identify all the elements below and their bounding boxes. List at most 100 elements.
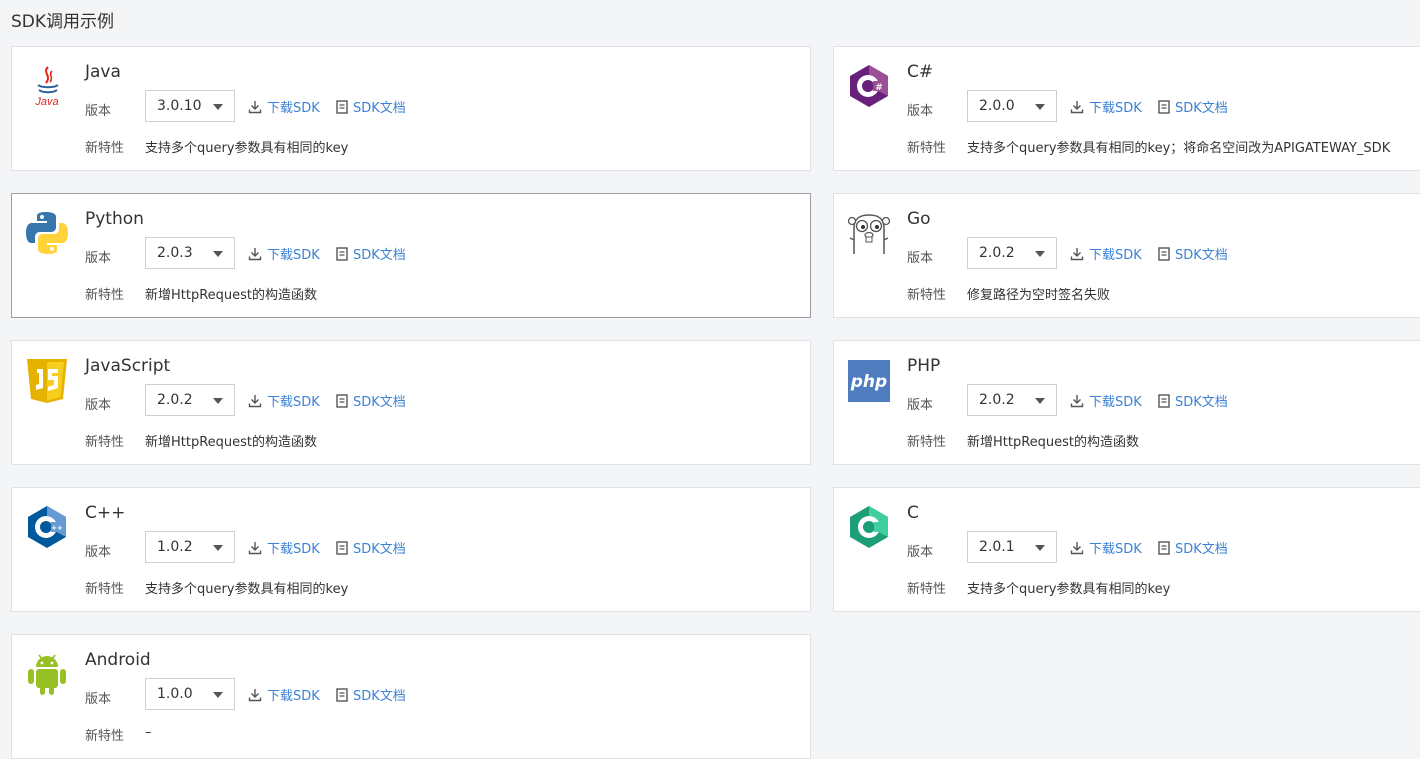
features-label: 新特性: [85, 435, 125, 450]
docs-label: SDK文档: [353, 689, 406, 704]
download-label: 下载SDK: [267, 689, 320, 704]
version-select[interactable]: 3.0.10: [145, 90, 235, 122]
sdk-docs-link[interactable]: SDK文档: [1158, 391, 1228, 410]
document-icon: [336, 247, 348, 261]
sdk-docs-link[interactable]: SDK文档: [1158, 97, 1228, 116]
download-sdk-link[interactable]: 下载SDK: [248, 97, 320, 116]
features-label: 新特性: [85, 288, 125, 303]
sdk-docs-link[interactable]: SDK文档: [336, 244, 406, 263]
download-sdk-link[interactable]: 下载SDK: [1070, 97, 1142, 116]
features-label: 新特性: [907, 582, 947, 597]
chevron-down-icon: [1035, 545, 1045, 551]
page-title: SDK调用示例: [11, 12, 115, 32]
features-text: 支持多个query参数具有相同的key: [145, 141, 349, 156]
version-select[interactable]: 1.0.0: [145, 678, 235, 710]
version-value: 2.0.0: [979, 98, 1015, 114]
chevron-down-icon: [1035, 104, 1045, 110]
sdk-card-cpp: ++ C++ 版本 1.0.2 下载SDK SDK文档 新特性 支持多个quer…: [11, 487, 811, 612]
download-sdk-link[interactable]: 下载SDK: [248, 685, 320, 704]
download-sdk-link[interactable]: 下载SDK: [248, 538, 320, 557]
download-sdk-link[interactable]: 下载SDK: [248, 391, 320, 410]
version-label: 版本: [85, 692, 112, 707]
version-select[interactable]: 1.0.2: [145, 531, 235, 563]
download-icon: [1070, 248, 1084, 261]
version-label: 版本: [907, 545, 934, 560]
document-icon: [336, 541, 348, 555]
version-select[interactable]: 2.0.3: [145, 237, 235, 269]
download-sdk-link[interactable]: 下载SDK: [1070, 244, 1142, 263]
version-value: 2.0.1: [979, 539, 1015, 555]
chevron-down-icon: [213, 545, 223, 551]
document-icon: [336, 100, 348, 114]
version-select[interactable]: 2.0.0: [967, 90, 1057, 122]
version-value: 3.0.10: [157, 98, 202, 114]
download-label: 下载SDK: [1089, 101, 1142, 116]
version-value: 2.0.2: [979, 392, 1015, 408]
document-icon: [336, 688, 348, 702]
sdk-docs-link[interactable]: SDK文档: [336, 97, 406, 116]
features-text: 新增HttpRequest的构造函数: [145, 435, 318, 450]
features-label: 新特性: [907, 435, 947, 450]
features-text: 支持多个query参数具有相同的key: [967, 582, 1171, 597]
version-label: 版本: [907, 251, 934, 266]
features-label: 新特性: [85, 141, 125, 156]
features-text: 新增HttpRequest的构造函数: [145, 288, 318, 303]
version-select[interactable]: 2.0.1: [967, 531, 1057, 563]
sdk-name: PHP: [907, 356, 941, 376]
features-label: 新特性: [85, 582, 125, 597]
go-gopher-icon: [846, 210, 892, 256]
sdk-card-c: C 版本 2.0.1 下载SDK SDK文档 新特性 支持多个query参数具有…: [833, 487, 1420, 612]
document-icon: [1158, 541, 1170, 555]
version-select[interactable]: 2.0.2: [145, 384, 235, 416]
sdk-docs-link[interactable]: SDK文档: [336, 685, 406, 704]
download-icon: [248, 542, 262, 555]
download-label: 下载SDK: [267, 248, 320, 263]
svg-text:php: php: [850, 372, 887, 392]
download-icon: [1070, 101, 1084, 114]
download-sdk-link[interactable]: 下载SDK: [248, 244, 320, 263]
features-text: –: [145, 725, 152, 740]
version-label: 版本: [85, 251, 112, 266]
download-label: 下载SDK: [1089, 248, 1142, 263]
version-label: 版本: [907, 104, 934, 119]
sdk-card-csharp: # C# 版本 2.0.0 下载SDK SDK文档 新特性 支持多个query参…: [833, 46, 1420, 171]
features-text: 支持多个query参数具有相同的key；将命名空间改为APIGATEWAY_SD…: [967, 141, 1391, 156]
svg-text:++: ++: [51, 524, 63, 532]
chevron-down-icon: [213, 251, 223, 257]
document-icon: [1158, 394, 1170, 408]
download-icon: [248, 101, 262, 114]
download-label: 下载SDK: [267, 395, 320, 410]
download-label: 下载SDK: [267, 101, 320, 116]
sdk-name: Go: [907, 209, 931, 229]
version-label: 版本: [85, 545, 112, 560]
download-label: 下载SDK: [1089, 395, 1142, 410]
docs-label: SDK文档: [353, 101, 406, 116]
sdk-docs-link[interactable]: SDK文档: [336, 538, 406, 557]
docs-label: SDK文档: [1175, 542, 1228, 557]
download-sdk-link[interactable]: 下载SDK: [1070, 538, 1142, 557]
c-icon: [846, 504, 892, 550]
sdk-docs-link[interactable]: SDK文档: [1158, 244, 1228, 263]
version-select[interactable]: 2.0.2: [967, 237, 1057, 269]
sdk-name: Python: [85, 209, 144, 229]
features-label: 新特性: [907, 288, 947, 303]
docs-label: SDK文档: [1175, 395, 1228, 410]
download-sdk-link[interactable]: 下载SDK: [1070, 391, 1142, 410]
sdk-card-go: Go 版本 2.0.2 下载SDK SDK文档 新特性 修复路径为空时签名失败: [833, 193, 1420, 318]
sdk-card-java: Java Java 版本 3.0.10 下载SDK SDK文档 新特性 支持多个…: [11, 46, 811, 171]
sdk-docs-link[interactable]: SDK文档: [336, 391, 406, 410]
version-select[interactable]: 2.0.2: [967, 384, 1057, 416]
version-label: 版本: [907, 398, 934, 413]
version-value: 2.0.3: [157, 245, 193, 261]
sdk-card-javascript: JavaScript 版本 2.0.2 下载SDK SDK文档 新特性 新增Ht…: [11, 340, 811, 465]
chevron-down-icon: [213, 692, 223, 698]
php-icon: php: [846, 357, 892, 403]
features-label: 新特性: [907, 141, 947, 156]
features-text: 修复路径为空时签名失败: [967, 288, 1111, 303]
sdk-name: Java: [85, 62, 121, 82]
version-value: 2.0.2: [979, 245, 1015, 261]
sdk-docs-link[interactable]: SDK文档: [1158, 538, 1228, 557]
chevron-down-icon: [213, 104, 223, 110]
docs-label: SDK文档: [353, 248, 406, 263]
sdk-card-android: Android 版本 1.0.0 下载SDK SDK文档 新特性 –: [11, 634, 811, 759]
